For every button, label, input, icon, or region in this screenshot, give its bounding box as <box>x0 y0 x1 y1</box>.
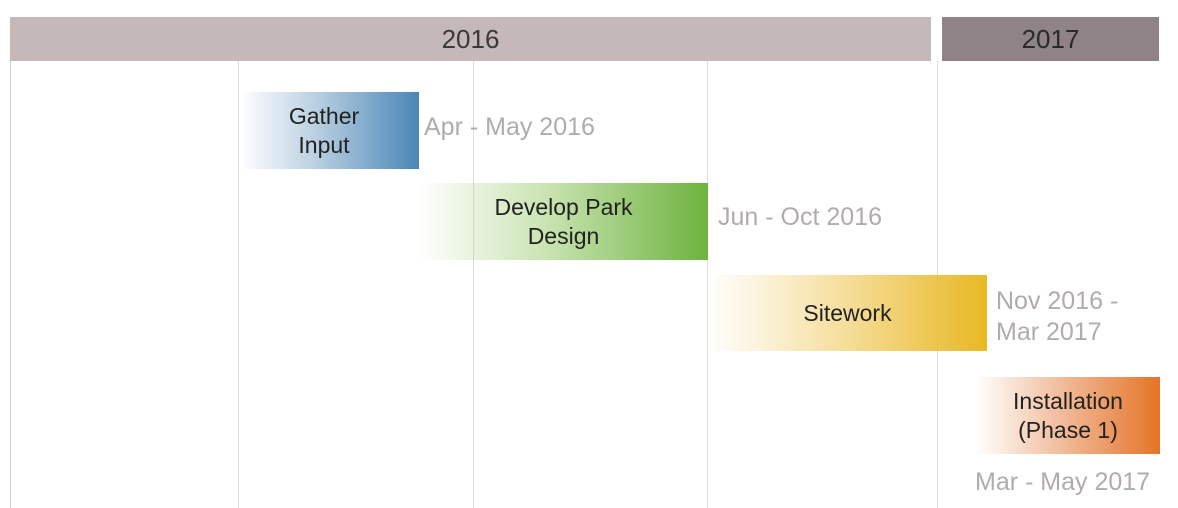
task-name: Develop Park Design <box>494 193 633 249</box>
cropped-title-fragment <box>200 0 430 10</box>
year-label: 2017 <box>1021 23 1080 54</box>
task-name: Sitework <box>803 299 892 326</box>
task-dates: Mar - May 2017 <box>975 468 1151 496</box>
year-header-2016: 2016 <box>10 17 931 61</box>
gridline <box>10 61 11 508</box>
task-dates: Nov 2016 - Mar 2017 <box>996 287 1119 346</box>
task-name: Gather Input <box>288 102 360 158</box>
task-dates: Jun - Oct 2016 <box>718 203 882 231</box>
task-bar-sitework: Sitework <box>708 275 987 351</box>
task-bar-develop-park-design: Develop Park Design <box>419 183 708 260</box>
task-bar-gather-input: Gather Input <box>239 92 419 169</box>
task-name: Installation (Phase 1) <box>1013 387 1123 443</box>
year-header-2017: 2017 <box>942 17 1159 61</box>
year-label: 2016 <box>441 23 500 54</box>
task-bar-installation-phase-1: Installation (Phase 1) <box>976 377 1160 454</box>
task-dates: Apr - May 2016 <box>424 113 595 141</box>
